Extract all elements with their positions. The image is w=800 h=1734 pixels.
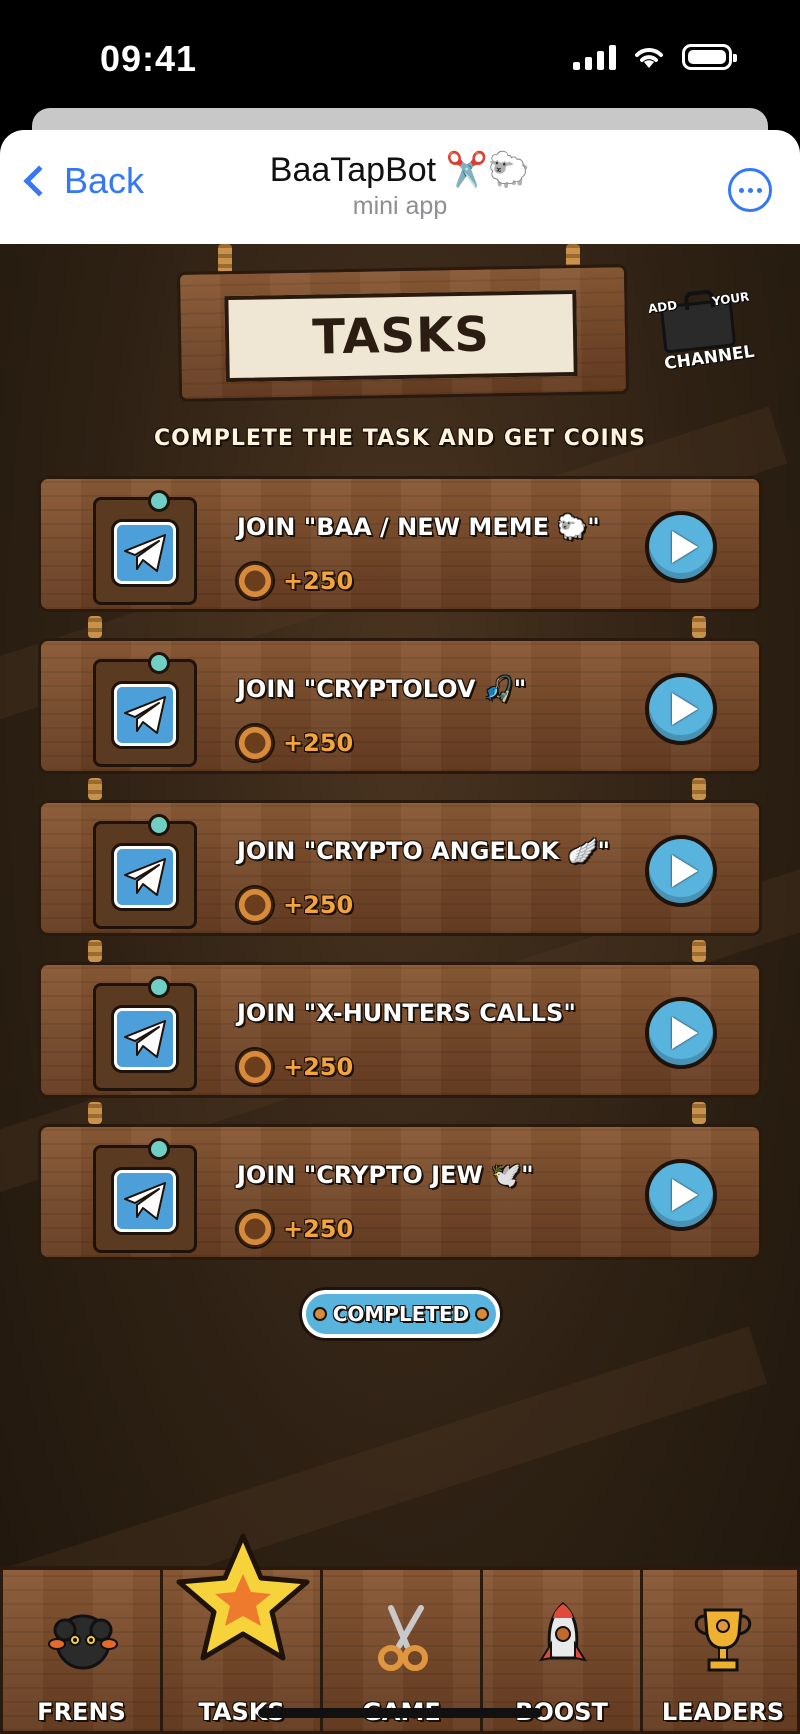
rope [692, 616, 706, 638]
battery-icon [682, 44, 737, 70]
trophy-icon [694, 1608, 752, 1672]
home-indicator [258, 1708, 542, 1718]
page-subtitle: COMPLETE THE TASK AND GET COINS [154, 426, 646, 451]
task-icon-frame [93, 490, 197, 605]
star-icon [176, 1533, 310, 1661]
start-task-button[interactable] [645, 1159, 717, 1231]
start-task-button[interactable] [645, 673, 717, 745]
start-task-button[interactable] [645, 997, 717, 1069]
telegram-icon [114, 522, 176, 584]
pin-icon [148, 652, 170, 674]
coin-icon [235, 561, 275, 601]
coin-icon [235, 1047, 275, 1087]
more-options-button[interactable] [728, 168, 772, 212]
task-card: JOIN "BAA / NEW MEME 🐑" +250 [38, 476, 762, 612]
play-icon [672, 1017, 698, 1049]
rope [692, 1102, 706, 1124]
coin-icon [475, 1307, 490, 1321]
task-card: JOIN "X-HUNTERS CALLS" +250 [38, 962, 762, 1098]
task-title: JOIN "CRYPTO JEW 🕊️" [237, 1161, 534, 1189]
pin-icon [148, 814, 170, 836]
tasks-title-plate: TASKS [224, 289, 578, 383]
status-time: 09:41 [100, 38, 198, 79]
telegram-icon [114, 846, 176, 908]
reward-amount: +250 [283, 567, 354, 595]
coin-icon [312, 1307, 327, 1321]
reward-amount: +250 [283, 729, 354, 757]
tasks-title-board: TASKS [176, 264, 630, 402]
pin-icon [148, 976, 170, 998]
reward-amount: +250 [283, 1215, 354, 1243]
task-icon-frame [93, 1138, 197, 1253]
sheep-icon [48, 1614, 118, 1670]
coin-icon [235, 723, 275, 763]
nav-label: FRENS [37, 1698, 126, 1726]
rope [88, 1102, 102, 1124]
bot-subtitle: mini app [352, 192, 448, 220]
pin-icon [148, 490, 170, 512]
dot-icon [738, 187, 744, 193]
coin-icon [235, 1209, 275, 1249]
bot-title: BaaTapBot ✂️🐑 [269, 151, 531, 189]
pin-icon [148, 1138, 170, 1160]
rope [88, 940, 102, 962]
dot-icon [756, 187, 762, 193]
task-reward: +250 [235, 561, 353, 601]
play-icon [672, 531, 698, 563]
rope [88, 778, 102, 800]
game-area: TASKS ADD YOUR CHANNEL COMPLETE THE TASK… [0, 244, 800, 1734]
coin-icon [235, 885, 275, 925]
completed-tasks-button[interactable]: COMPLETED [302, 1290, 500, 1338]
task-reward: +250 [235, 885, 353, 925]
play-icon [672, 855, 698, 887]
wifi-icon [635, 48, 663, 68]
task-reward: +250 [235, 1047, 353, 1087]
rope [88, 616, 102, 638]
scissors-icon [378, 1605, 428, 1671]
task-icon-frame [93, 814, 197, 929]
badge-your-text: YOUR [711, 289, 751, 309]
rope [218, 244, 232, 274]
page-title: TASKS [311, 306, 491, 366]
play-icon [672, 1179, 698, 1211]
telegram-icon [114, 1170, 176, 1232]
play-icon [672, 693, 698, 725]
task-title: JOIN "BAA / NEW MEME 🐑" [237, 513, 600, 541]
nav-item-frens[interactable]: FRENS [3, 1570, 163, 1734]
task-title: JOIN "CRYPTO ANGELOK 🪽" [237, 837, 611, 865]
reward-amount: +250 [283, 891, 354, 919]
status-icons [573, 44, 737, 70]
telegram-icon [114, 684, 176, 746]
task-reward: +250 [235, 1209, 353, 1249]
rope [692, 778, 706, 800]
task-card: JOIN "CRYPTO JEW 🕊️" +250 [38, 1124, 762, 1260]
task-card: JOIN "CRYPTO ANGELOK 🪽" +250 [38, 800, 762, 936]
reward-amount: +250 [283, 1053, 354, 1081]
start-task-button[interactable] [645, 835, 717, 907]
start-task-button[interactable] [645, 511, 717, 583]
add-your-channel-button[interactable]: ADD YOUR CHANNEL [647, 280, 756, 374]
dot-icon [747, 187, 753, 193]
task-reward: +250 [235, 723, 353, 763]
task-title: JOIN "X-HUNTERS CALLS" [237, 999, 576, 1027]
status-bar: 09:41 [0, 0, 800, 118]
completed-label: COMPLETED [332, 1302, 470, 1326]
mini-app-header: Back BaaTapBot ✂️🐑 mini app [0, 130, 800, 244]
nav-label: LEADERS [661, 1698, 785, 1726]
task-title: JOIN "CRYPTOLOV 🎣" [237, 675, 527, 703]
task-card: JOIN "CRYPTOLOV 🎣" +250 [38, 638, 762, 774]
rope [692, 940, 706, 962]
nav-item-leaders[interactable]: LEADERS [643, 1570, 800, 1734]
task-icon-frame [93, 976, 197, 1091]
telegram-icon [114, 1008, 176, 1070]
rocket-icon [538, 1602, 588, 1662]
cellular-signal-icon [573, 44, 616, 70]
task-icon-frame [93, 652, 197, 767]
